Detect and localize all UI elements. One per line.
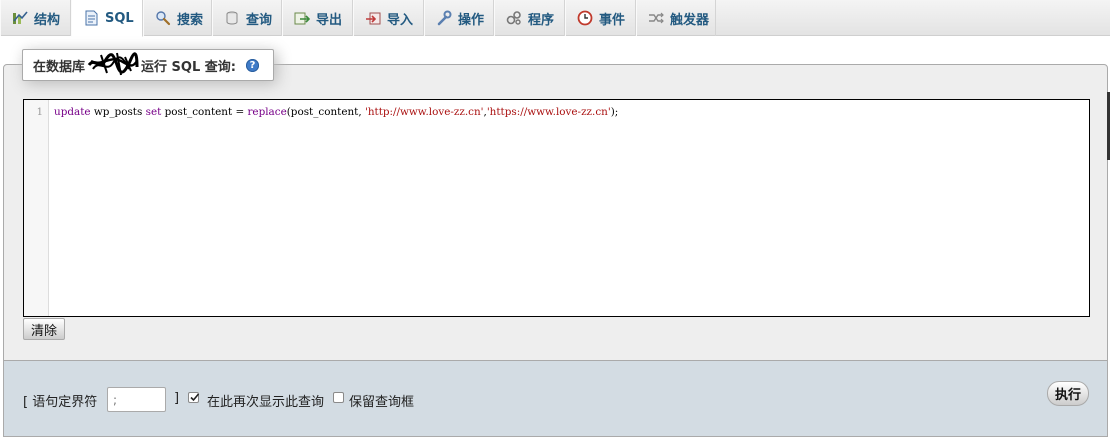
query-legend: 在数据库 运行 SQL 查询: ? bbox=[22, 49, 274, 81]
sql-editor[interactable]: 1 update wp_posts set post_content = rep… bbox=[23, 99, 1090, 317]
help-icon[interactable]: ? bbox=[245, 58, 259, 72]
sql-code-line: update wp_posts set post_content = repla… bbox=[54, 106, 618, 118]
wrench-icon bbox=[436, 10, 452, 26]
sql-text: (post_content, bbox=[286, 106, 365, 118]
export-icon bbox=[294, 10, 310, 26]
checkmark-icon bbox=[190, 393, 200, 402]
tab-label: 操作 bbox=[458, 12, 485, 28]
show-again-label[interactable]: 在此再次显示此查询 bbox=[207, 391, 324, 410]
delimiter-label: [ 语句定界符 bbox=[23, 395, 98, 410]
execute-button[interactable]: 执行 bbox=[1047, 381, 1089, 406]
tab-label: SQL bbox=[105, 10, 134, 26]
legend-suffix: 运行 SQL 查询: bbox=[141, 59, 236, 75]
import-icon bbox=[365, 10, 381, 26]
tab-label: 查询 bbox=[246, 12, 273, 28]
tab-label: 触发器 bbox=[670, 12, 710, 28]
show-again-checkbox[interactable] bbox=[188, 392, 200, 403]
tab-label: 事件 bbox=[599, 12, 626, 28]
tab-bar: 结构 SQL 搜索 查询 导出 导入 操作 程序 事件 触发器 bbox=[0, 0, 1110, 37]
sql-keyword: update bbox=[54, 106, 91, 118]
tab-operations[interactable]: 操作 bbox=[424, 0, 494, 36]
tab-events[interactable]: 事件 bbox=[565, 0, 636, 36]
sql-page-icon bbox=[83, 10, 99, 26]
legend-prefix: 在数据库 bbox=[33, 59, 86, 75]
search-icon bbox=[155, 10, 171, 26]
sql-text: post_content = bbox=[161, 106, 248, 118]
tab-routines[interactable]: 程序 bbox=[494, 0, 565, 36]
tab-label: 结构 bbox=[34, 12, 61, 28]
tab-import[interactable]: 导入 bbox=[353, 0, 424, 36]
tab-sql[interactable]: SQL bbox=[71, 0, 143, 37]
tab-label: 导出 bbox=[316, 12, 343, 28]
tab-structure[interactable]: 结构 bbox=[0, 0, 71, 36]
redacted-database-name bbox=[87, 49, 139, 77]
tab-label: 程序 bbox=[528, 12, 555, 28]
clear-button[interactable]: 清除 bbox=[23, 318, 65, 340]
sql-keyword: set bbox=[145, 106, 162, 118]
query-icon bbox=[224, 10, 240, 26]
tab-label: 搜索 bbox=[177, 12, 204, 28]
tab-search[interactable]: 搜索 bbox=[143, 0, 212, 36]
sql-function: replace bbox=[247, 106, 287, 118]
sql-string: 'http://www.love-zz.cn' bbox=[364, 106, 484, 118]
delimiter-close-bracket: ] bbox=[174, 391, 180, 406]
line-number: 1 bbox=[36, 107, 43, 118]
routines-icon bbox=[506, 10, 522, 26]
structure-icon bbox=[12, 10, 28, 26]
query-footer bbox=[3, 361, 1108, 437]
clock-icon bbox=[577, 10, 593, 26]
retain-box-checkbox[interactable] bbox=[333, 392, 344, 403]
triggers-icon bbox=[648, 10, 664, 26]
delimiter-input[interactable] bbox=[107, 387, 166, 412]
tab-triggers[interactable]: 触发器 bbox=[636, 0, 716, 36]
sql-text: ); bbox=[610, 106, 619, 118]
sql-text: wp_posts bbox=[90, 106, 146, 118]
tab-query[interactable]: 查询 bbox=[212, 0, 282, 36]
tab-export[interactable]: 导出 bbox=[282, 0, 353, 36]
line-number-gutter: 1 bbox=[24, 100, 49, 316]
retain-box-label[interactable]: 保留查询框 bbox=[349, 391, 414, 410]
tab-label: 导入 bbox=[387, 12, 414, 28]
sql-string: 'https://www.love-zz.cn' bbox=[486, 106, 611, 118]
